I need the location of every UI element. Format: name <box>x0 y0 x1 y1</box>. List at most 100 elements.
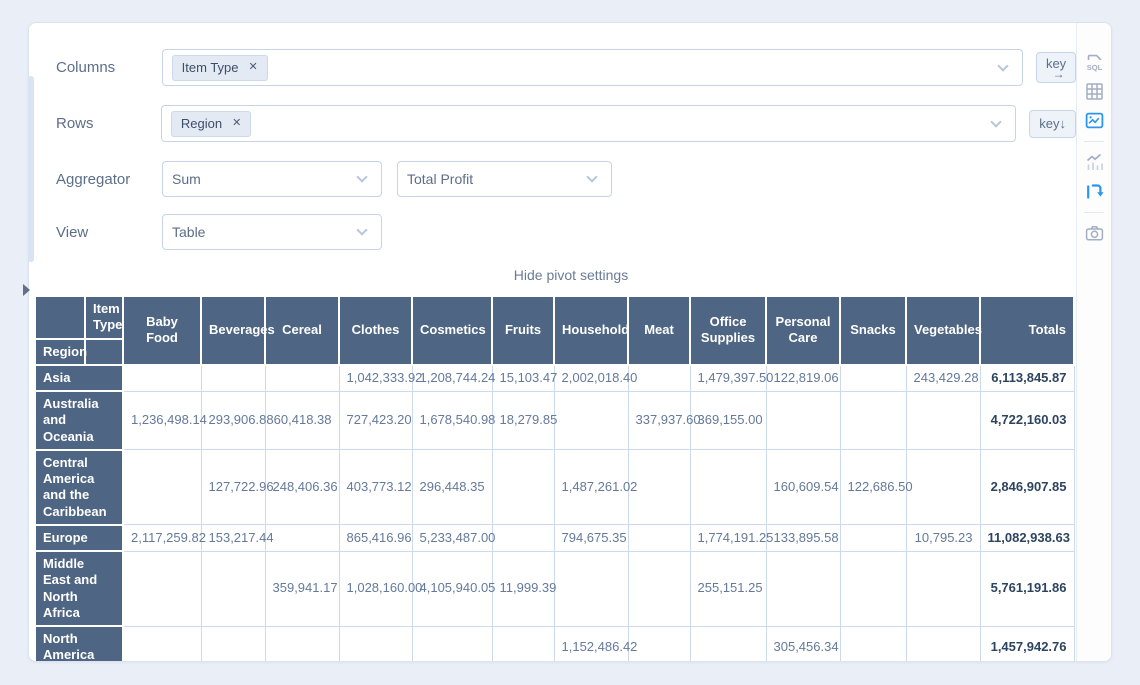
row-total-cell: 11,082,938.63 <box>980 525 1074 551</box>
view-label: View <box>56 224 162 241</box>
pivot-cell: 1,042,333.92 <box>339 365 412 391</box>
pivot-table-icon[interactable] <box>1084 181 1105 202</box>
table-row: North America1,152,486.42305,456.341,457… <box>35 626 1074 662</box>
pivot-cell <box>201 551 265 626</box>
chevron-down-icon <box>356 171 367 182</box>
tag-label: Item Type <box>182 60 239 75</box>
pivot-corner-cell <box>35 296 85 339</box>
camera-icon[interactable] <box>1084 223 1105 244</box>
collapse-panel-arrow-icon[interactable] <box>23 284 30 296</box>
col-label: Clothes <box>339 296 412 365</box>
pivot-cell <box>123 551 201 626</box>
col-label: Meat <box>628 296 690 365</box>
row-label: Australia and Oceania <box>35 391 123 450</box>
pivot-cell: 1,028,160.00 <box>339 551 412 626</box>
toolbar-divider <box>1084 141 1104 142</box>
pivot-cell <box>906 450 980 525</box>
pivot-cell: 403,773.12 <box>339 450 412 525</box>
pivot-cell <box>840 525 906 551</box>
pivot-cell: 293,906.88 <box>201 391 265 450</box>
col-label: Fruits <box>492 296 554 365</box>
pivot-cell <box>840 626 906 662</box>
panel-scrollbar[interactable] <box>28 76 34 262</box>
chevron-down-icon <box>356 224 367 235</box>
pivot-cell: 255,151.25 <box>690 551 766 626</box>
pivot-cell: 127,722.96 <box>201 450 265 525</box>
pivot-panel: Columns Item Type ✕ key → Rows R <box>28 22 1112 662</box>
row-label: Europe <box>35 525 123 551</box>
pivot-cell <box>628 365 690 391</box>
pivot-cell <box>766 391 840 450</box>
row-axis-label[interactable]: Region <box>35 339 85 365</box>
pivot-cell: 1,152,486.42 <box>554 626 628 662</box>
pivot-cell: 865,416.96 <box>339 525 412 551</box>
pivot-cell: 1,208,744.24 <box>412 365 492 391</box>
columns-select[interactable]: Item Type ✕ <box>162 49 1023 86</box>
pivot-cell: 2,117,259.82 <box>123 525 201 551</box>
col-label: Personal Care <box>766 296 840 365</box>
pivot-cell: 15,103.47 <box>492 365 554 391</box>
sql-icon[interactable]: SQL <box>1084 52 1105 73</box>
col-totals-label: Totals <box>980 296 1074 365</box>
row-tag-region[interactable]: Region ✕ <box>171 111 251 137</box>
pivot-cell <box>265 525 339 551</box>
table-grid-icon[interactable] <box>1084 81 1105 102</box>
rows-select[interactable]: Region ✕ <box>161 105 1016 142</box>
pivot-main-area: Columns Item Type ✕ key → Rows R <box>29 23 1076 661</box>
pivot-cell <box>690 450 766 525</box>
pivot-cell <box>265 626 339 662</box>
pivot-cell: 243,429.28 <box>906 365 980 391</box>
pivot-cell: 153,217.44 <box>201 525 265 551</box>
pivot-cell <box>492 450 554 525</box>
row-label: Central America and the Caribbean <box>35 450 123 525</box>
row-total-cell: 6,113,845.87 <box>980 365 1074 391</box>
pivot-cell: 337,937.60 <box>628 391 690 450</box>
rows-sort-key-button[interactable]: key↓ <box>1029 110 1076 138</box>
pivot-cell: 1,479,397.50 <box>690 365 766 391</box>
combo-chart-icon[interactable] <box>1084 152 1105 173</box>
pivot-cell <box>123 626 201 662</box>
col-label: Cosmetics <box>412 296 492 365</box>
remove-tag-icon[interactable]: ✕ <box>249 62 258 73</box>
pivot-cell: 1,678,540.98 <box>412 391 492 450</box>
pivot-cell: 10,795.23 <box>906 525 980 551</box>
col-axis-label[interactable]: Item Type <box>85 296 123 339</box>
col-label: Vegetables <box>906 296 980 365</box>
pivot-cell: 60,418.38 <box>265 391 339 450</box>
col-label: Office Supplies <box>690 296 766 365</box>
aggregator-row: Aggregator Sum Total Profit <box>56 161 1076 197</box>
pivot-cell <box>339 626 412 662</box>
pivot-cell <box>123 365 201 391</box>
pivot-cell: 1,487,261.02 <box>554 450 628 525</box>
pivot-cell <box>492 525 554 551</box>
pivot-cell: 2,002,018.40 <box>554 365 628 391</box>
pivot-cell: 122,686.50 <box>840 450 906 525</box>
pivot-cell: 11,999.39 <box>492 551 554 626</box>
pivot-cell <box>123 450 201 525</box>
remove-tag-icon[interactable]: ✕ <box>232 118 241 129</box>
column-tag-item-type[interactable]: Item Type ✕ <box>172 55 268 81</box>
chevron-down-icon <box>586 171 597 182</box>
view-select[interactable]: Table <box>162 214 382 250</box>
pivot-cell: 248,406.36 <box>265 450 339 525</box>
columns-sort-key-button[interactable]: key → <box>1036 52 1076 83</box>
row-label: Middle East and North Africa <box>35 551 123 626</box>
row-label: Asia <box>35 365 123 391</box>
hide-pivot-settings-link[interactable]: Hide pivot settings <box>29 267 1112 283</box>
pivot-cell: 1,774,191.25 <box>690 525 766 551</box>
chart-image-icon[interactable] <box>1084 110 1105 131</box>
aggregator-label: Aggregator <box>56 171 162 188</box>
pivot-cell: 4,105,940.05 <box>412 551 492 626</box>
row-total-cell: 2,846,907.85 <box>980 450 1074 525</box>
aggregator-field-select[interactable]: Total Profit <box>397 161 612 197</box>
pivot-cell <box>840 391 906 450</box>
aggregator-field-value: Total Profit <box>407 171 473 187</box>
pivot-cell <box>628 626 690 662</box>
right-toolbar: SQL <box>1076 23 1111 661</box>
key-button-label: key <box>1039 116 1059 131</box>
pivot-cell: 359,941.17 <box>265 551 339 626</box>
aggregator-select[interactable]: Sum <box>162 161 382 197</box>
pivot-cell <box>906 626 980 662</box>
axis-spacer-cell <box>85 339 123 365</box>
row-total-cell: 4,722,160.03 <box>980 391 1074 450</box>
